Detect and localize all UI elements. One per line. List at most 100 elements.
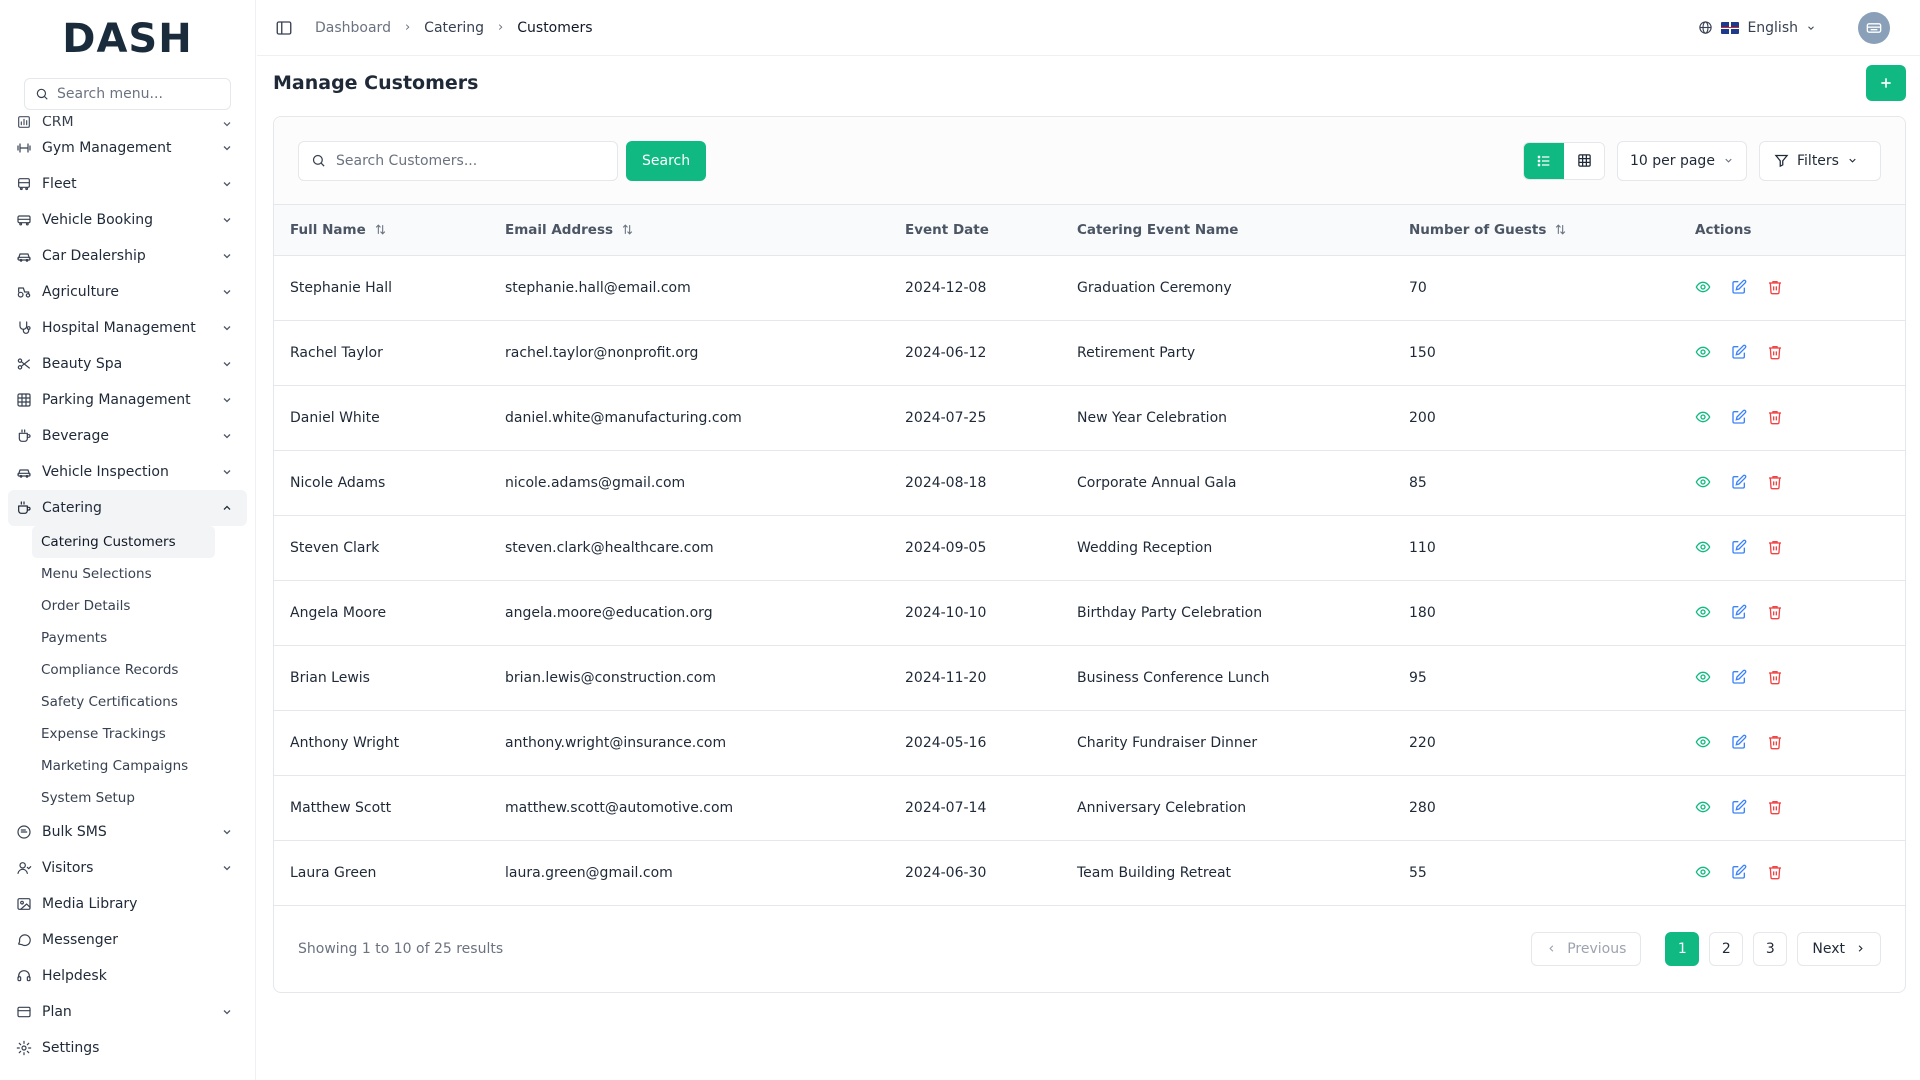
per-page-select[interactable]: 10 per page xyxy=(1617,140,1747,181)
delete-icon[interactable] xyxy=(1767,864,1785,882)
delete-icon[interactable] xyxy=(1767,409,1785,427)
sidebar-item-gym-management[interactable]: Gym Management xyxy=(0,130,255,166)
delete-icon[interactable] xyxy=(1767,474,1785,492)
submenu-item-payments[interactable]: Payments xyxy=(32,622,215,654)
breadcrumb-dashboard[interactable]: Dashboard xyxy=(315,20,391,36)
next-page-button[interactable]: Next xyxy=(1797,931,1881,966)
grid-view-button[interactable] xyxy=(1564,142,1604,179)
edit-icon[interactable] xyxy=(1731,604,1749,622)
column-header-number-of-guests[interactable]: Number of Guests xyxy=(1393,205,1679,256)
submenu-item-marketing-campaigns[interactable]: Marketing Campaigns xyxy=(32,750,215,782)
filters-button[interactable]: Filters xyxy=(1759,140,1881,181)
view-icon[interactable] xyxy=(1695,799,1713,817)
page-1-button[interactable]: 1 xyxy=(1665,931,1700,966)
scissors-icon xyxy=(16,356,32,372)
cell-actions xyxy=(1679,645,1905,710)
view-icon[interactable] xyxy=(1695,669,1713,687)
view-icon[interactable] xyxy=(1695,539,1713,557)
edit-icon[interactable] xyxy=(1731,864,1749,882)
sidebar-item-catering[interactable]: Catering xyxy=(8,490,247,526)
sort-icon[interactable] xyxy=(621,223,634,236)
submenu-item-order-details[interactable]: Order Details xyxy=(32,590,215,622)
sidebar-item-bulk-sms[interactable]: Bulk SMS xyxy=(0,814,255,850)
sidebar-item-parking-management[interactable]: Parking Management xyxy=(0,382,255,418)
edit-icon[interactable] xyxy=(1731,279,1749,297)
previous-page-button[interactable]: Previous xyxy=(1531,931,1642,966)
sidebar-item-media-library[interactable]: Media Library xyxy=(0,886,255,922)
column-header-full-name[interactable]: Full Name xyxy=(274,205,489,256)
sidebar-item-crm[interactable]: CRM xyxy=(0,116,255,130)
bus-icon xyxy=(16,176,32,192)
sidebar-item-label: Fleet xyxy=(42,176,77,192)
view-icon[interactable] xyxy=(1695,474,1713,492)
search-button[interactable]: Search xyxy=(626,140,707,181)
page-title: Manage Customers xyxy=(273,72,479,94)
sidebar-item-vehicle-booking[interactable]: Vehicle Booking xyxy=(0,202,255,238)
delete-icon[interactable] xyxy=(1767,539,1785,557)
delete-icon[interactable] xyxy=(1767,344,1785,362)
view-icon[interactable] xyxy=(1695,734,1713,752)
delete-icon[interactable] xyxy=(1767,279,1785,297)
submenu-item-menu-selections[interactable]: Menu Selections xyxy=(32,558,215,590)
submenu-item-catering-customers[interactable]: Catering Customers xyxy=(32,526,215,558)
main-content: Manage Customers Search Customers... Sea… xyxy=(273,56,1906,993)
view-icon[interactable] xyxy=(1695,344,1713,362)
view-icon[interactable] xyxy=(1695,864,1713,882)
edit-icon[interactable] xyxy=(1731,539,1749,557)
submenu-item-system-setup[interactable]: System Setup xyxy=(32,782,215,814)
edit-icon[interactable] xyxy=(1731,799,1749,817)
cell-number-of-guests: 70 xyxy=(1409,279,1427,296)
column-header-email-address[interactable]: Email Address xyxy=(489,205,889,256)
page-2-button[interactable]: 2 xyxy=(1709,931,1744,966)
breadcrumb-catering[interactable]: Catering xyxy=(424,20,484,36)
sidebar-item-agriculture[interactable]: Agriculture xyxy=(0,274,255,310)
user-avatar[interactable] xyxy=(1858,11,1890,44)
customer-search-box[interactable] xyxy=(298,140,618,181)
delete-icon[interactable] xyxy=(1767,604,1785,622)
view-toggle xyxy=(1523,141,1605,180)
cell-event-date: 2024-06-30 xyxy=(905,864,987,881)
page-3-button[interactable]: 3 xyxy=(1753,931,1788,966)
cell-actions xyxy=(1679,580,1905,645)
edit-icon[interactable] xyxy=(1731,474,1749,492)
sidebar-item-visitors[interactable]: Visitors xyxy=(0,850,255,886)
submenu-item-safety-certifications[interactable]: Safety Certifications xyxy=(32,686,215,718)
sort-icon[interactable] xyxy=(1554,223,1567,236)
sidebar-item-hospital-management[interactable]: Hospital Management xyxy=(0,310,255,346)
delete-icon[interactable] xyxy=(1767,669,1785,687)
sidebar-item-fleet[interactable]: Fleet xyxy=(0,166,255,202)
view-icon[interactable] xyxy=(1695,409,1713,427)
view-icon[interactable] xyxy=(1695,279,1713,297)
sidebar-item-vehicle-inspection[interactable]: Vehicle Inspection xyxy=(0,454,255,490)
logo[interactable]: DASH xyxy=(0,0,255,78)
list-view-button[interactable] xyxy=(1524,142,1564,179)
table-toolbar: Search 10 per page Filters xyxy=(274,117,1905,205)
delete-icon[interactable] xyxy=(1767,734,1785,752)
sidebar-item-helpdesk[interactable]: Helpdesk xyxy=(0,958,255,994)
sidebar-item-car-dealership[interactable]: Car Dealership xyxy=(0,238,255,274)
language-selector[interactable]: English xyxy=(1698,20,1816,36)
add-customer-button[interactable] xyxy=(1866,65,1906,101)
sidebar-item-beverage[interactable]: Beverage xyxy=(0,418,255,454)
edit-icon[interactable] xyxy=(1731,409,1749,427)
sidebar-item-settings[interactable]: Settings xyxy=(0,1030,255,1066)
submenu-item-expense-trackings[interactable]: Expense Trackings xyxy=(32,718,215,750)
edit-icon[interactable] xyxy=(1731,669,1749,687)
edit-icon[interactable] xyxy=(1731,734,1749,752)
sidebar-toggle-icon[interactable] xyxy=(275,19,293,37)
cell-full-name: Laura Green xyxy=(290,864,377,881)
edit-icon[interactable] xyxy=(1731,344,1749,362)
sort-icon[interactable] xyxy=(374,223,387,236)
sidebar-item-beauty-spa[interactable]: Beauty Spa xyxy=(0,346,255,382)
sidebar-item-plan[interactable]: Plan xyxy=(0,994,255,1030)
sidebar-search[interactable]: Search menu... xyxy=(24,78,231,110)
chevron-down-icon xyxy=(221,214,233,226)
cell-number-of-guests: 85 xyxy=(1409,474,1427,491)
globe-icon xyxy=(1699,21,1713,34)
delete-icon[interactable] xyxy=(1767,799,1785,817)
sidebar-item-messenger[interactable]: Messenger xyxy=(0,922,255,958)
customer-search-input[interactable] xyxy=(336,152,596,169)
sidebar-item-label: Vehicle Booking xyxy=(42,212,154,228)
submenu-item-compliance-records[interactable]: Compliance Records xyxy=(32,654,215,686)
view-icon[interactable] xyxy=(1695,604,1713,622)
